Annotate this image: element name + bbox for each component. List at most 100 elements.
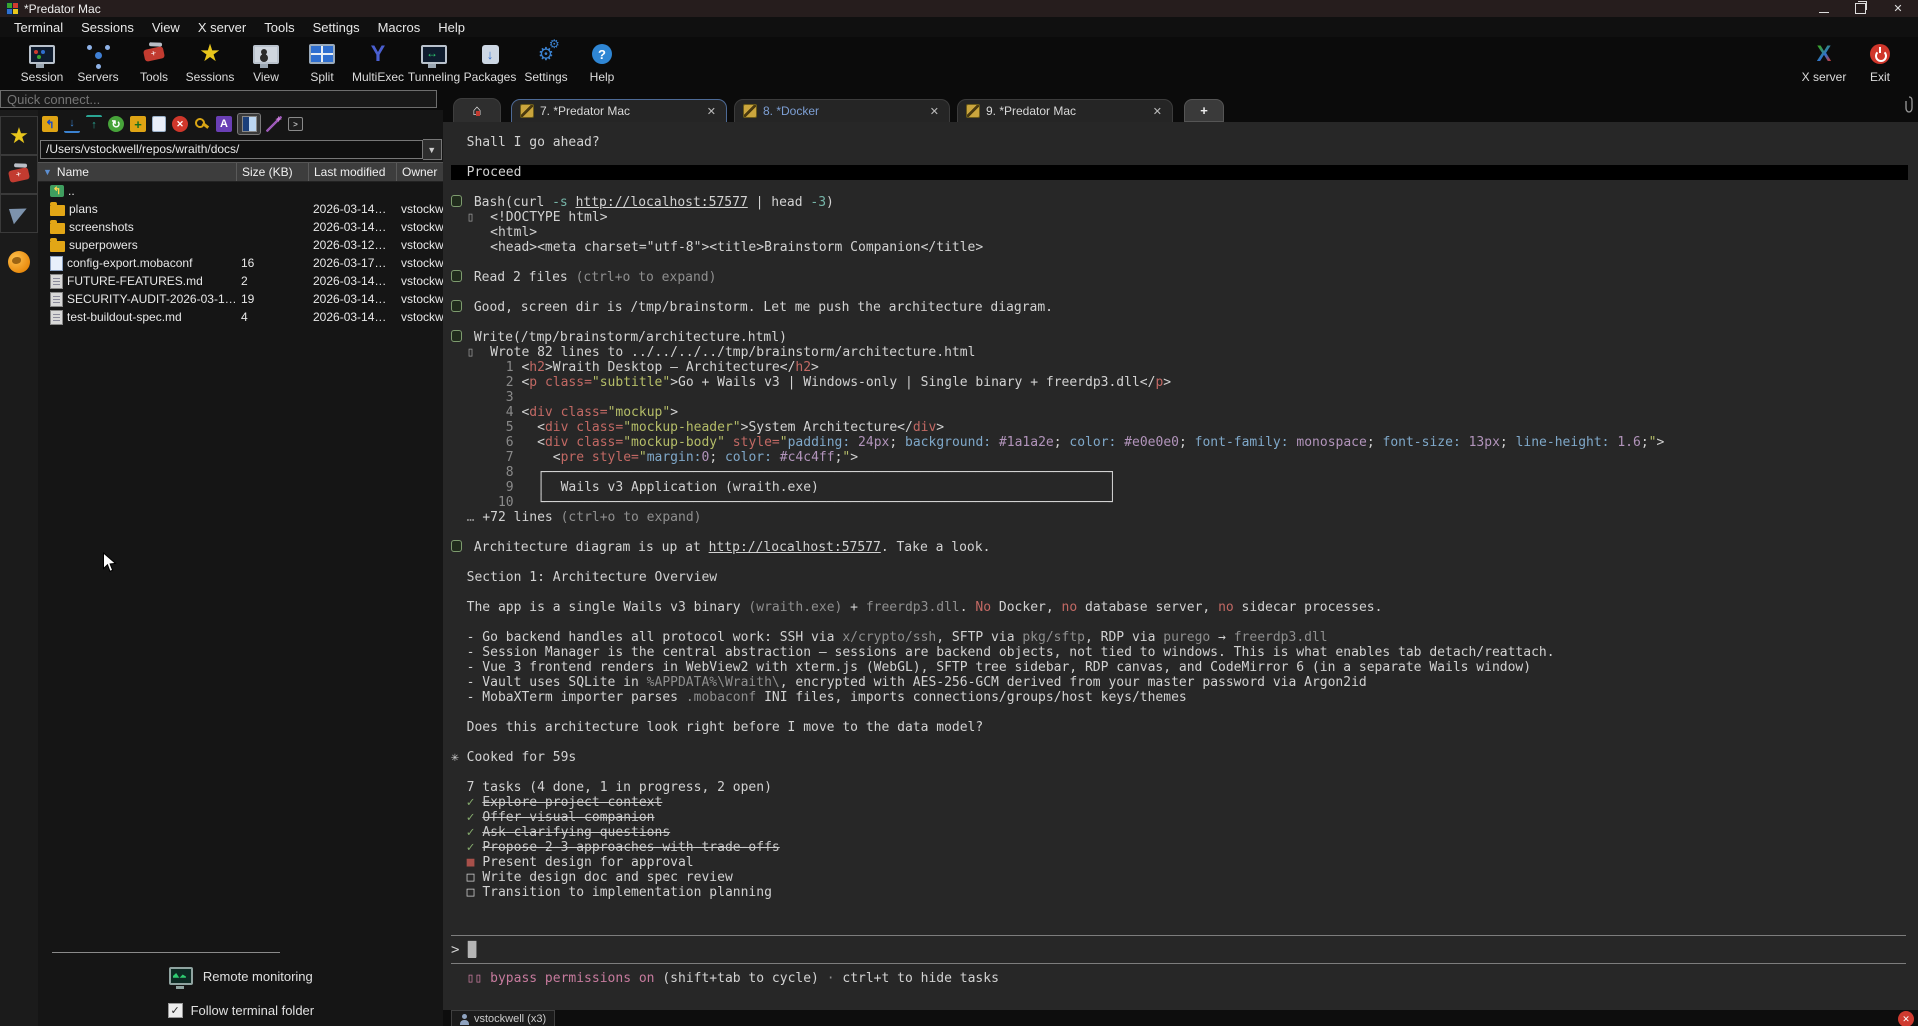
tab-7-predator-mac[interactable]: 7. *Predator Mac ✕ (511, 99, 727, 122)
toolbar-packages-button[interactable]: ↓ Packages (462, 39, 518, 84)
toolbar-tools-button[interactable]: Tools (126, 39, 182, 84)
new-file-icon[interactable] (152, 116, 166, 132)
close-button[interactable]: ✕ (1892, 3, 1904, 15)
file-row[interactable]: FUTURE-FEATURES.md22026-03-14…vstockw (38, 272, 444, 290)
packages-icon: ↓ (482, 41, 499, 67)
file-row[interactable]: config-export.mobaconf162026-03-17…vstoc… (38, 254, 444, 272)
split-view-icon[interactable] (238, 114, 260, 134)
file-row[interactable]: superpowers2026-03-12…vstockw (38, 236, 444, 254)
path-input[interactable]: /Users/vstockwell/repos/wraith/docs/ (40, 140, 423, 159)
menu-terminal[interactable]: Terminal (14, 20, 63, 35)
toolbar-multiexec-button[interactable]: Y MultiExec (350, 39, 406, 84)
file-row[interactable]: .. (38, 182, 444, 200)
tab-9-predator-mac[interactable]: 9. *Predator Mac ✕ (957, 99, 1173, 122)
path-dropdown-button[interactable]: ▼ (423, 139, 442, 160)
toolbar-servers-button[interactable]: Servers (70, 39, 126, 84)
new-folder-icon[interactable] (130, 116, 146, 132)
column-modified[interactable]: Last modified (308, 163, 396, 181)
file-row[interactable]: test-buildout-spec.md42026-03-14…vstockw (38, 308, 444, 326)
close-terminal-button[interactable]: ✕ (1898, 1011, 1914, 1026)
toolbar-help-button[interactable]: ? Help (574, 39, 630, 84)
file-name: plans (69, 202, 98, 216)
tab-8-docker[interactable]: 8. *Docker ✕ (734, 99, 950, 122)
close-icon[interactable]: ✕ (928, 105, 941, 118)
menu-view[interactable]: View (152, 20, 180, 35)
terminal-line: □ Write design doc and spec review (451, 870, 1918, 885)
encoding-icon[interactable] (216, 116, 232, 132)
toolbar-x-server-button[interactable]: X X server (1796, 39, 1852, 84)
magic-wand-icon[interactable] (266, 116, 282, 132)
toolbar-sessions-button[interactable]: ★ Sessions (182, 39, 238, 84)
upload-icon[interactable] (86, 115, 102, 133)
toolbar-exit-button[interactable]: Exit (1852, 39, 1908, 84)
terminal-line: 2 <p class="subtitle">Go + Wails v3 | Wi… (451, 375, 1918, 390)
divider (52, 952, 280, 953)
column-name[interactable]: ▼Name (38, 163, 236, 181)
close-icon[interactable]: ✕ (705, 105, 718, 118)
maximize-button[interactable] (1855, 3, 1866, 14)
terminal-line: ▯ <!DOCTYPE html> (451, 210, 1918, 225)
open-terminal-icon[interactable] (288, 117, 303, 131)
servers-network-icon (86, 41, 110, 67)
toolbar-view-button[interactable]: View (238, 39, 294, 84)
toolbar-settings-button[interactable]: ⚙ Settings (518, 39, 574, 84)
toolbar-split-button[interactable]: Split (294, 39, 350, 84)
folder-icon (50, 241, 65, 252)
menu-bar: Terminal Sessions View X server Tools Se… (0, 17, 1918, 37)
terminal-line: ⏺ Write(/tmp/brainstorm/architecture.htm… (451, 330, 1918, 345)
sidebar-tab-macros[interactable] (0, 194, 38, 233)
file-row[interactable]: SECURITY-AUDIT-2026-03-1…192026-03-14…vs… (38, 290, 444, 308)
minimize-button[interactable] (1819, 5, 1829, 13)
file-row[interactable]: screenshots2026-03-14…vstockw (38, 218, 444, 236)
divider (451, 963, 1906, 964)
terminal-line: - Go backend handles all protocol work: … (451, 630, 1918, 645)
column-size[interactable]: Size (KB) (236, 163, 308, 181)
window-title: *Predator Mac (24, 2, 101, 16)
file-owner: vstockw (396, 238, 444, 252)
menu-sessions[interactable]: Sessions (81, 20, 134, 35)
column-owner[interactable]: Owner (396, 163, 444, 181)
download-icon[interactable] (64, 115, 80, 133)
terminal-line: 5 <div class="mockup-header">System Arch… (451, 420, 1918, 435)
menu-help[interactable]: Help (438, 20, 465, 35)
file-owner: vstockw (396, 310, 444, 324)
paperclip-icon[interactable] (1904, 96, 1918, 122)
terminal-line: Shall I go ahead? (451, 135, 1918, 150)
sidebar-tab-tools[interactable] (0, 155, 38, 194)
session-key-icon (520, 104, 534, 118)
terminal-selection-line: Proceed (451, 165, 1908, 180)
quick-connect-input[interactable] (0, 90, 437, 108)
remote-monitoring[interactable]: Remote monitoring (38, 967, 444, 985)
delete-icon[interactable] (172, 116, 188, 132)
paper-plane-icon (8, 203, 29, 223)
checkbox-checked-icon[interactable] (168, 1003, 183, 1018)
refresh-icon[interactable] (108, 116, 124, 132)
toolbar-tunneling-button[interactable]: Tunneling (406, 39, 462, 84)
menu-x-server[interactable]: X server (198, 20, 246, 35)
folder-icon (50, 223, 65, 234)
tunneling-monitor-icon (421, 41, 447, 67)
key-icon[interactable] (194, 116, 210, 132)
terminal[interactable]: Shall I go ahead? Proceed ⏺ Bash(curl -s… (443, 122, 1918, 1010)
home-tab[interactable]: ⌂ (453, 98, 501, 122)
new-tab-button[interactable] (1184, 99, 1224, 122)
follow-terminal-folder[interactable]: Follow terminal folder (38, 1003, 444, 1018)
parent-folder-icon[interactable] (42, 116, 58, 132)
menu-settings[interactable]: Settings (313, 20, 360, 35)
globe-icon[interactable] (8, 251, 30, 273)
terminal-footer: > █ ▯▯ bypass permissions on (shift+tab … (443, 935, 1918, 1010)
user-session-tab[interactable]: vstockwell (x3) (451, 1010, 555, 1026)
close-icon[interactable]: ✕ (1151, 105, 1164, 118)
menu-macros[interactable]: Macros (378, 20, 421, 35)
toolbar-session-button[interactable]: Session (14, 39, 70, 84)
terminal-line: Section 1: Architecture Overview (451, 570, 1918, 585)
monitoring-icon (169, 967, 193, 985)
menu-tools[interactable]: Tools (264, 20, 294, 35)
terminal-line: - MobaXTerm importer parses .mobaconf IN… (451, 690, 1918, 705)
terminal-line: 3 (451, 390, 1918, 405)
sidebar-tab-sessions[interactable]: ★ (0, 116, 38, 155)
file-table-header: ▼Name Size (KB) Last modified Owner (38, 162, 444, 182)
file-row[interactable]: plans2026-03-14…vstockw (38, 200, 444, 218)
user-icon (460, 1014, 469, 1025)
terminal-prompt[interactable]: > █ (451, 936, 1918, 963)
